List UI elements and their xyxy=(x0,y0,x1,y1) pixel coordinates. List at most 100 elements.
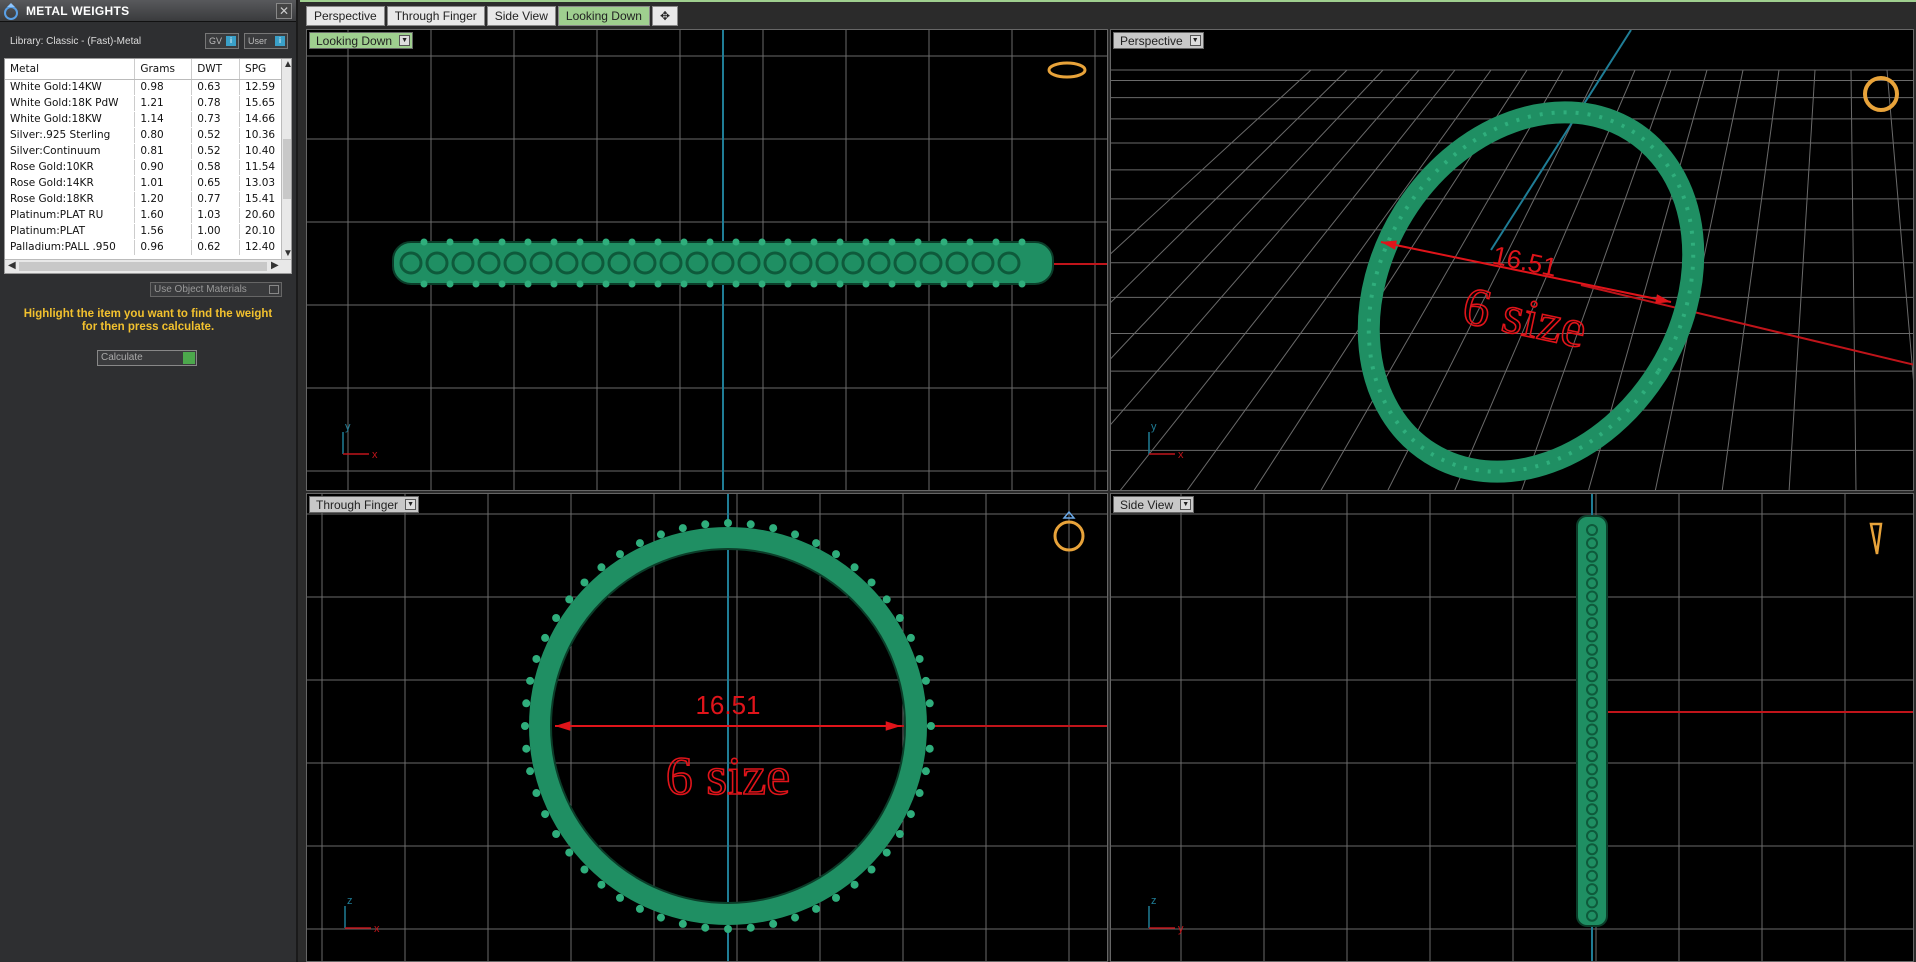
spg-cell: 11.54 xyxy=(239,159,283,176)
close-icon[interactable]: ✕ xyxy=(276,3,292,19)
horizontal-scrollbar[interactable]: ◀ ▶ xyxy=(5,259,291,273)
grid-line xyxy=(1186,69,1492,490)
panel-header: METAL WEIGHTS ✕ xyxy=(0,0,296,22)
viewport-label-text: Looking Down xyxy=(316,34,393,48)
ring-bead xyxy=(472,238,480,246)
spg-cell: 15.65 xyxy=(239,95,283,112)
table-row[interactable]: Platinum:PLAT 1.56 1.00 20.10 xyxy=(5,223,283,240)
ring-bead xyxy=(446,280,454,288)
metal-cell: Silver:Continuum xyxy=(5,143,136,160)
scroll-left-icon[interactable]: ◀ xyxy=(8,260,16,271)
looking-down-canvas[interactable]: yx xyxy=(307,30,1108,491)
dropdown-icon[interactable]: ▼ xyxy=(1180,499,1192,510)
user-toggle[interactable]: User i xyxy=(244,33,288,49)
column-header-spg[interactable]: SPG xyxy=(239,59,283,80)
table-row[interactable]: White Gold:14KW 0.98 0.63 12.59 xyxy=(5,79,283,96)
ring-bead xyxy=(521,722,529,730)
gv-label: GV xyxy=(209,36,223,46)
ring-bead xyxy=(882,848,891,857)
table-row[interactable]: White Gold:18K PdW 1.21 0.78 15.65 xyxy=(5,95,283,112)
ring-bead xyxy=(810,238,818,246)
metal-cell: Silver:.925 Sterling xyxy=(5,127,136,144)
viewport-side-view[interactable]: zy Side View ▼ xyxy=(1110,493,1914,962)
table-row[interactable]: Palladium:PALL .950 0.96 0.62 12.40 xyxy=(5,239,283,256)
perspective-canvas[interactable]: 16.516 size y x xyxy=(1111,30,1914,491)
ring-bead xyxy=(701,923,710,932)
table-row[interactable]: Rose Gold:14KR 1.01 0.65 13.03 xyxy=(5,175,283,192)
axis-label: y xyxy=(345,421,351,433)
grams-cell: 1.14 xyxy=(134,111,193,128)
dwt-cell: 0.77 xyxy=(191,191,241,208)
user-label: User xyxy=(248,36,268,46)
ring-bead xyxy=(420,280,428,288)
add-view-tab[interactable]: ✥ xyxy=(651,6,679,26)
spg-cell: 10.36 xyxy=(239,127,283,144)
dwt-cell: 0.52 xyxy=(191,127,241,144)
axis-label: y xyxy=(1178,923,1184,935)
ring-bead xyxy=(654,280,662,288)
tab-perspective[interactable]: Perspective xyxy=(306,6,385,26)
tab-through-finger[interactable]: Through Finger xyxy=(386,6,485,26)
vertical-scrollbar[interactable]: ▲ ▼ xyxy=(281,59,291,259)
ring-bead xyxy=(915,789,924,798)
scroll-down-icon[interactable]: ▼ xyxy=(283,248,291,259)
ring-bead xyxy=(921,676,930,685)
tab-side-view[interactable]: Side View xyxy=(486,6,556,26)
ring-bead xyxy=(602,280,610,288)
metal-cell: Platinum:PLAT RU xyxy=(5,207,136,224)
scroll-right-icon[interactable]: ▶ xyxy=(271,260,279,271)
viewport-looking-down[interactable]: yx Looking Down ▼ xyxy=(306,29,1108,491)
grid-line xyxy=(1886,69,1913,381)
ring-bead xyxy=(522,699,531,708)
table-row[interactable]: Platinum:PLAT RU 1.60 1.03 20.60 xyxy=(5,207,283,224)
column-header-grams[interactable]: Grams xyxy=(134,59,193,80)
ring-bead xyxy=(446,238,454,246)
scroll-up-icon[interactable]: ▲ xyxy=(283,59,291,70)
viewport-label[interactable]: Side View ▼ xyxy=(1113,496,1195,513)
dropdown-icon[interactable]: ▼ xyxy=(399,35,411,46)
gv-toggle[interactable]: GV i xyxy=(205,33,239,49)
checkbox-icon xyxy=(269,285,279,294)
column-header-metal[interactable]: Metal xyxy=(5,59,136,80)
viewport-perspective[interactable]: 16.51 6 size y x Perspective ▼ xyxy=(1110,29,1914,491)
metal-cell: White Gold:14KW xyxy=(5,79,136,96)
app-logo-icon xyxy=(0,0,22,22)
column-header-dwt[interactable]: DWT xyxy=(191,59,241,80)
viewport-label[interactable]: Perspective ▼ xyxy=(1113,32,1204,49)
viewport-label[interactable]: Through Finger ▼ xyxy=(309,496,420,513)
ring-bead xyxy=(635,539,644,548)
axis-label: y xyxy=(1151,421,1157,433)
metal-cell: Rose Gold:14KR xyxy=(5,175,136,192)
viewport-label[interactable]: Looking Down ▼ xyxy=(309,32,414,49)
axis-label: x xyxy=(374,923,380,935)
side-view-canvas[interactable]: zy xyxy=(1111,494,1914,962)
grams-cell: 1.01 xyxy=(134,175,193,192)
through-finger-canvas[interactable]: 16.51 6 size z x xyxy=(307,494,1108,962)
dwt-cell: 0.62 xyxy=(191,239,241,256)
ring-bead xyxy=(992,280,1000,288)
table-row[interactable]: Rose Gold:10KR 0.90 0.58 11.54 xyxy=(5,159,283,176)
calculate-button[interactable]: Calculate xyxy=(97,350,197,366)
ring-bead xyxy=(576,238,584,246)
dropdown-icon[interactable]: ▼ xyxy=(1189,35,1201,46)
table-row[interactable]: White Gold:18KW 1.14 0.73 14.66 xyxy=(5,111,283,128)
grams-cell: 0.81 xyxy=(134,143,193,160)
scroll-thumb[interactable] xyxy=(19,262,267,271)
ring-band xyxy=(392,241,1054,285)
hint-text: Highlight the item you want to find the … xyxy=(10,308,286,334)
table-row[interactable]: Rose Gold:18KR 1.20 0.77 15.41 xyxy=(5,191,283,208)
use-object-materials-checkbox[interactable]: Use Object Materials xyxy=(150,282,282,297)
ring-bead xyxy=(526,676,535,685)
dropdown-icon[interactable]: ▼ xyxy=(405,499,417,510)
scroll-thumb[interactable] xyxy=(283,139,291,199)
ring-bead xyxy=(812,904,821,913)
ring-bead xyxy=(597,563,606,572)
grid-line xyxy=(1850,69,1857,490)
ring-bead xyxy=(615,893,624,902)
tab-looking-down[interactable]: Looking Down xyxy=(557,6,650,26)
ring-bead xyxy=(565,595,574,604)
table-row[interactable]: Silver:.925 Sterling 0.80 0.52 10.36 xyxy=(5,127,283,144)
grid-line xyxy=(1111,69,1348,303)
viewport-through-finger[interactable]: 16.51 6 size z x Through Finger ▼ xyxy=(306,493,1108,962)
table-row[interactable]: Silver:Continuum 0.81 0.52 10.40 xyxy=(5,143,283,160)
